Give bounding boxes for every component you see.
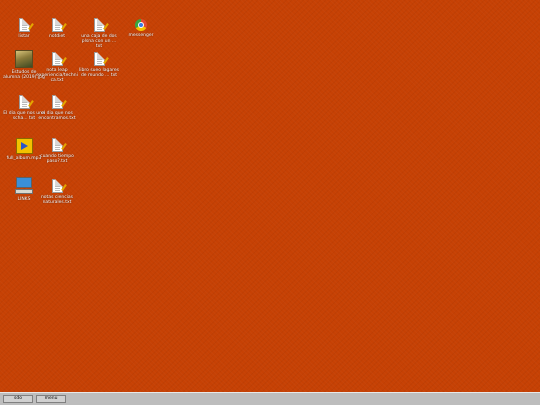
desktop: listar notdiet una caja de dos plsna con… (0, 0, 540, 392)
desktop-icon-messenger[interactable]: messenger (120, 16, 162, 38)
document-icon (51, 95, 67, 109)
desktop-icon-libro-sueo[interactable]: libro sueo lagares de mundo ... txt (78, 50, 120, 78)
browser-icon (135, 19, 147, 31)
desktop-icon-label: una caja de dos plsna con un ... txt (81, 34, 117, 50)
image-thumbnail-icon (15, 50, 33, 68)
document-icon (51, 52, 67, 66)
desktop-icon-label: nota leap experiencia/technica.txt (36, 68, 78, 84)
document-icon (51, 179, 67, 193)
taskbar-button-menu[interactable]: menu (36, 395, 66, 403)
desktop-icon-cuando-tiempo-paso[interactable]: cuando tiempo paso?.txt (36, 136, 78, 164)
desktop-icon-label: libro sueo lagares de mundo ... txt (79, 68, 119, 79)
computer-icon (15, 177, 33, 195)
taskbar-button-sdo[interactable]: sdo (3, 395, 33, 403)
desktop-icon-el-dia-que-nos-encontramos[interactable]: el dia que nos encontramos.txt (36, 93, 78, 121)
desktop-icon-label: notdiet (48, 34, 65, 39)
desktop-icon-nota-leap[interactable]: nota leap experiencia/technica.txt (36, 50, 78, 84)
desktop-icon-notas-ciencias[interactable]: notas ciencias naturales.txt (36, 177, 78, 205)
desktop-icon-label: notas ciencias naturales.txt (40, 195, 74, 206)
desktop-icon-label: messenger (128, 33, 154, 38)
desktop-icon-una-caja[interactable]: una caja de dos plsna con un ... txt (78, 16, 120, 50)
document-icon (93, 52, 109, 66)
desktop-icon-label: el dia que nos encontramos.txt (38, 111, 76, 122)
document-icon (51, 138, 67, 152)
document-icon (93, 18, 109, 32)
document-icon (18, 18, 34, 32)
document-icon (18, 95, 34, 109)
desktop-icon-notdiet[interactable]: notdiet (36, 16, 78, 39)
media-player-icon (15, 138, 33, 154)
document-icon (51, 18, 67, 32)
taskbar: sdo menu (0, 392, 540, 405)
desktop-icon-label: cuando tiempo paso?.txt (40, 154, 74, 165)
